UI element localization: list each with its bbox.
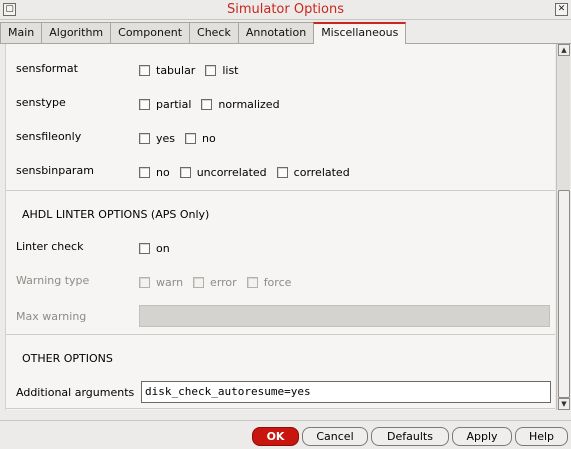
- sensfileonly-label: sensfileonly: [16, 130, 82, 143]
- additional-arguments-field[interactable]: disk_check_autoresume=yes: [141, 381, 551, 403]
- linter-check-label: Linter check: [16, 240, 84, 253]
- linter-check-options: on: [139, 242, 180, 255]
- tab-miscellaneous[interactable]: Miscellaneous: [313, 22, 407, 44]
- sensfileonly-yes-checkbox[interactable]: [139, 133, 150, 144]
- max-warning-label: Max warning: [16, 310, 87, 323]
- additional-arguments-label: Additional arguments: [16, 386, 135, 399]
- other-options-header: OTHER OPTIONS: [22, 352, 113, 365]
- warning-type-force-label: force: [263, 276, 292, 289]
- sensbinparam-uncorrelated-checkbox[interactable]: [179, 167, 191, 178]
- scroll-down-icon[interactable]: ▼: [558, 398, 570, 410]
- sensformat-label: sensformat: [16, 62, 78, 75]
- warning-type-force-checkbox[interactable]: [246, 277, 258, 288]
- vertical-scrollbar[interactable]: ▲ ▼: [556, 44, 570, 410]
- cancel-button[interactable]: Cancel: [302, 427, 368, 446]
- linter-check-on-checkbox[interactable]: [139, 243, 150, 254]
- section-divider: [6, 190, 555, 191]
- sensformat-tabular-checkbox[interactable]: [139, 65, 150, 76]
- warning-type-error-label: error: [210, 276, 237, 289]
- tab-check[interactable]: Check: [189, 22, 239, 43]
- warning-type-label: Warning type: [16, 274, 90, 287]
- title-bar: ▢ Simulator Options ✕: [0, 0, 571, 20]
- button-bar-divider: [0, 420, 571, 421]
- warning-type-options: warn error force: [139, 276, 301, 289]
- sensformat-options: tabular list: [139, 64, 248, 77]
- help-button[interactable]: Help: [515, 427, 568, 446]
- section-divider: [6, 334, 555, 335]
- sensbinparam-correlated-checkbox[interactable]: [276, 167, 288, 178]
- sensbinparam-options: no uncorrelated correlated: [139, 166, 360, 179]
- close-icon[interactable]: ✕: [555, 3, 568, 16]
- scroll-up-icon[interactable]: ▲: [558, 44, 570, 56]
- tab-component[interactable]: Component: [110, 22, 191, 43]
- ok-button[interactable]: OK: [252, 427, 299, 446]
- max-warning-field[interactable]: [139, 305, 550, 327]
- senstype-partial-checkbox[interactable]: [139, 99, 150, 110]
- senstype-normalized-label: normalized: [218, 98, 280, 111]
- sensfileonly-no-checkbox[interactable]: [185, 133, 197, 144]
- senstype-normalized-checkbox[interactable]: [201, 99, 213, 110]
- options-panel: sensformat tabular list senstype partial…: [5, 44, 555, 410]
- tab-algorithm[interactable]: Algorithm: [41, 22, 112, 43]
- sensbinparam-uncorrelated-label: uncorrelated: [196, 166, 267, 179]
- warning-type-warn-label: warn: [156, 276, 184, 289]
- sensfileonly-options: yes no: [139, 132, 226, 145]
- sensbinparam-no-label: no: [156, 166, 170, 179]
- scrollbar-thumb[interactable]: [558, 190, 570, 398]
- apply-button[interactable]: Apply: [452, 427, 512, 446]
- sensbinparam-no-checkbox[interactable]: [139, 167, 150, 178]
- ahdl-section-header: AHDL LINTER OPTIONS (APS Only): [22, 208, 210, 221]
- sensformat-list-checkbox[interactable]: [205, 65, 217, 76]
- warning-type-error-checkbox[interactable]: [193, 277, 205, 288]
- sensformat-tabular-label: tabular: [156, 64, 196, 77]
- sensbinparam-label: sensbinparam: [16, 164, 94, 177]
- section-divider: [6, 408, 555, 409]
- senstype-label: senstype: [16, 96, 66, 109]
- tab-bar: Main Algorithm Component Check Annotatio…: [0, 22, 407, 44]
- warning-type-warn-checkbox[interactable]: [139, 277, 150, 288]
- defaults-button[interactable]: Defaults: [371, 427, 449, 446]
- window-title: Simulator Options: [226, 2, 345, 17]
- sensbinparam-correlated-label: correlated: [293, 166, 350, 179]
- sensformat-list-label: list: [222, 64, 239, 77]
- sensfileonly-no-label: no: [202, 132, 216, 145]
- senstype-partial-label: partial: [156, 98, 192, 111]
- senstype-options: partial normalized: [139, 98, 290, 111]
- linter-check-on-label: on: [156, 242, 170, 255]
- sensfileonly-yes-label: yes: [156, 132, 176, 145]
- tab-annotation[interactable]: Annotation: [237, 22, 315, 43]
- tab-main[interactable]: Main: [0, 22, 43, 43]
